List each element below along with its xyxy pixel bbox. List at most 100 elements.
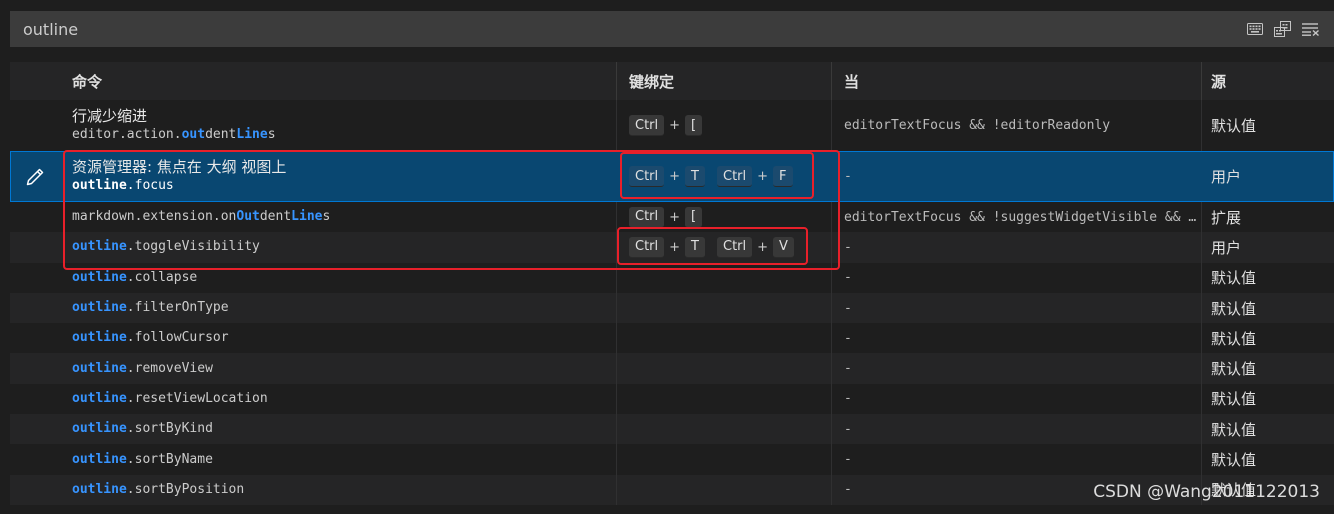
table-header: 命令 键绑定 当 源 <box>10 62 1334 100</box>
key-label: Ctrl <box>629 166 665 187</box>
command-id: outline.collapse <box>72 269 616 287</box>
when-cell: - <box>831 444 1201 475</box>
header-when[interactable]: 当 <box>831 62 1201 100</box>
source-text: 默认值 <box>1211 117 1257 135</box>
key-label: Ctrl <box>629 115 665 136</box>
command-id-match: Line <box>236 127 268 142</box>
source-cell: 默认值 <box>1201 100 1334 151</box>
header-source[interactable]: 源 <box>1201 62 1334 100</box>
table-row[interactable]: outline.toggleVisibility Ctrl + T Ctrl + V - 用户 <box>10 232 1334 263</box>
command-cell: outline.filterOnType <box>60 293 616 323</box>
keybinding-cell: Ctrl +[ <box>616 202 831 233</box>
command-id-text: .removeView <box>126 360 213 376</box>
edit-cell <box>10 151 60 202</box>
keybinding-cell <box>616 323 831 354</box>
when-cell: - <box>831 414 1201 445</box>
when-cell: editorTextFocus && !editorReadonly <box>831 100 1201 151</box>
command-id-match: outline <box>72 269 127 285</box>
source-cell: 用户 <box>1201 151 1334 202</box>
command-id-match: outline <box>72 390 127 406</box>
keyboard-icon[interactable] <box>1246 20 1264 38</box>
command-id: outline.sortByName <box>72 451 616 469</box>
source-cell: 扩展 <box>1201 202 1334 233</box>
command-cell: markdown.extension.onOutdentLines <box>60 202 616 232</box>
command-id-text: .filterOnType <box>126 300 229 316</box>
keybinding-cell <box>616 444 831 475</box>
command-id: outline.sortByPosition <box>72 481 616 499</box>
header-keybinding[interactable]: 键绑定 <box>616 62 831 100</box>
search-actions <box>1246 20 1334 38</box>
command-id-match: Out <box>236 209 260 225</box>
command-cell: outline.removeView <box>60 353 616 383</box>
key-plus: + <box>669 169 681 184</box>
command-cell: 资源管理器: 焦点在 大纲 视图上 outline.focus <box>60 151 616 202</box>
source-cell: 默认值 <box>1201 292 1334 324</box>
table-row[interactable]: outline.sortByName - 默认值 <box>10 444 1334 475</box>
table-body: 行减少缩进 editor.action.outdentLines Ctrl +[edi… <box>10 100 1334 505</box>
when-text: - <box>844 270 852 286</box>
command-cell: outline.sortByPosition <box>60 475 616 505</box>
table-row[interactable]: 行减少缩进 editor.action.outdentLines Ctrl +[edi… <box>10 100 1334 151</box>
command-cell: outline.followCursor <box>60 323 616 353</box>
source-text: 默认值 <box>1211 451 1257 470</box>
command-id-match: outline <box>72 330 127 346</box>
edit-pencil-icon[interactable] <box>25 167 45 187</box>
command-id-text: .collapse <box>126 269 198 285</box>
header-command[interactable]: 命令 <box>60 62 616 100</box>
command-id-text: .followCursor <box>126 330 229 346</box>
keybinding-cell: Ctrl + T Ctrl + V <box>616 232 831 263</box>
source-cell: 默认值 <box>1201 353 1334 384</box>
table-row[interactable]: markdown.extension.onOutdentLines Ctrl +[ e… <box>10 202 1334 233</box>
command-id-match: outline <box>72 451 127 467</box>
when-cell: - <box>831 232 1201 263</box>
source-cell: 默认值 <box>1201 444 1334 475</box>
key-plus: + <box>669 118 681 133</box>
command-id-text: dent <box>259 209 292 225</box>
key-label: T <box>685 236 705 258</box>
command-id: outline.focus <box>72 177 616 195</box>
table-row[interactable]: outline.resetViewLocation - 默认值 <box>10 383 1334 415</box>
command-cell: outline.resetViewLocation <box>60 384 616 414</box>
command-id-text: .sortByName <box>126 451 213 467</box>
key-label: [ <box>685 115 703 136</box>
command-id-text: s <box>267 127 276 142</box>
keybindings-table: 命令 键绑定 当 源 行减少缩进 editor.action.out dent Lin… <box>10 62 1334 505</box>
key-label: Ctrl <box>717 166 753 187</box>
command-id-match: outline <box>72 178 127 193</box>
keybinding-cell <box>616 414 831 445</box>
source-cell: 默认值 <box>1201 383 1334 415</box>
table-row[interactable]: outline.removeView - 默认值 <box>10 353 1334 384</box>
table-row[interactable]: 资源管理器: 焦点在 大纲 视图上 outline.focus Ctrl + T Ctrl… <box>10 151 1334 202</box>
keybinding-cell <box>616 262 831 293</box>
command-cell: outline.sortByKind <box>60 414 616 444</box>
sort-by-precedence-icon[interactable] <box>1302 20 1320 38</box>
search-input[interactable] <box>10 11 1246 47</box>
command-id-match: out <box>181 127 206 142</box>
table-row[interactable]: outline.sortByKind - 默认值 <box>10 414 1334 445</box>
source-text: 默认值 <box>1211 269 1257 288</box>
table-row[interactable]: outline.followCursor - 默认值 <box>10 323 1334 354</box>
command-title: 行减少缩进 <box>72 107 148 125</box>
command-id-text: .toggleVisibility <box>126 239 260 255</box>
edit-cell <box>10 293 60 323</box>
command-id-match: outline <box>72 300 127 316</box>
source-cell: 用户 <box>1201 232 1334 263</box>
table-row[interactable]: outline.collapse - 默认值 <box>10 262 1334 293</box>
command-title: 资源管理器: 焦点在 大纲 视图上 <box>72 158 287 176</box>
command-id-text: .sortByKind <box>126 421 213 437</box>
when-text: editorTextFocus && !suggestWidgetVisible… <box>844 209 1201 225</box>
key-label: V <box>773 236 794 258</box>
when-text: - <box>844 300 852 316</box>
key-label: F <box>773 166 793 187</box>
key-label: Ctrl <box>717 236 753 258</box>
record-keys-icon[interactable] <box>1274 20 1292 38</box>
keybinding-cell <box>616 353 831 384</box>
command-id-text: editor.action. <box>72 127 182 142</box>
source-text: 默认值 <box>1211 299 1257 318</box>
key-chord: Ctrl + T <box>629 166 705 187</box>
when-text: - <box>844 452 852 468</box>
when-cell: - <box>831 262 1201 293</box>
command-cell: 行减少缩进 editor.action.outdentLines <box>60 100 616 151</box>
when-text: - <box>844 239 852 255</box>
table-row[interactable]: outline.filterOnType - 默认值 <box>10 292 1334 324</box>
